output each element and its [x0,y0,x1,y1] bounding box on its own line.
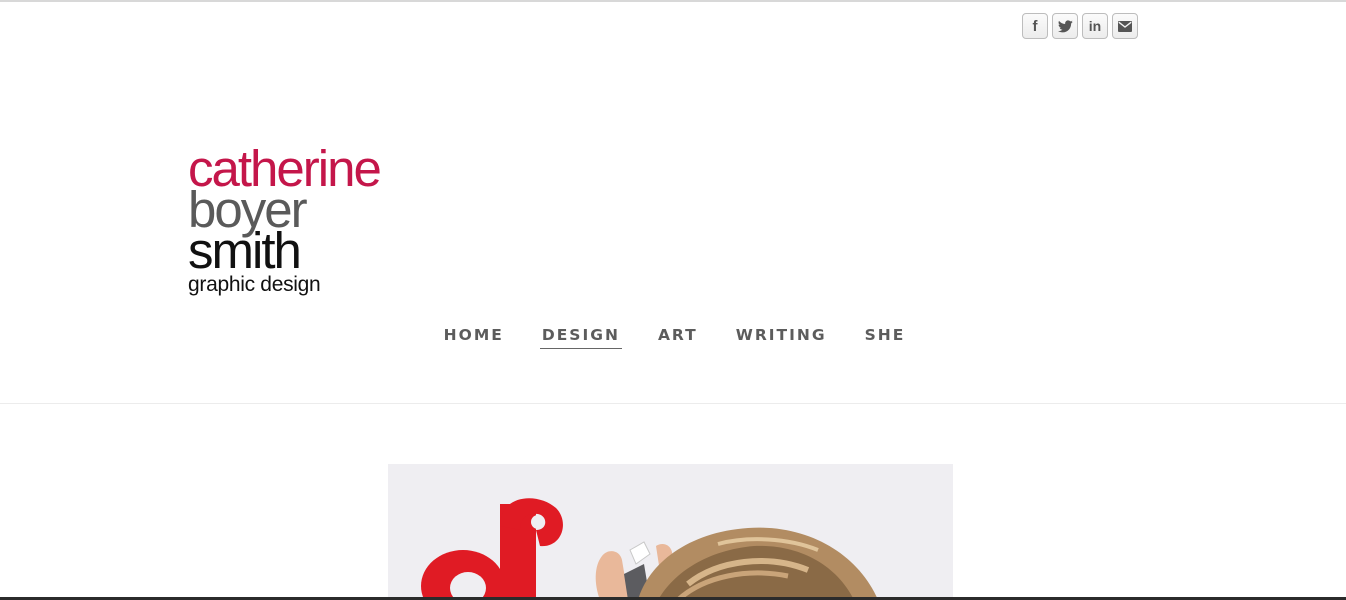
linkedin-button[interactable]: in [1082,13,1108,39]
main-navigation: HOME DESIGN ART WRITING SHE [0,326,1346,349]
facebook-button[interactable]: f [1022,13,1048,39]
facebook-icon: f [1032,17,1038,35]
nav-she[interactable]: SHE [863,326,908,349]
top-border [0,0,1346,2]
nav-home[interactable]: HOME [442,326,506,349]
header-divider [0,403,1346,404]
nav-art[interactable]: ART [656,326,700,349]
hair-graphic [638,527,878,600]
site-logo[interactable]: catherine boyer smith graphic design [188,143,382,297]
linkedin-icon: in [1088,18,1102,34]
email-button[interactable] [1112,13,1138,39]
logo-last-name: smith [188,222,302,279]
hero-image [388,464,953,600]
nav-writing[interactable]: WRITING [734,326,829,349]
twitter-icon [1057,19,1073,33]
red-logo-graphic [421,498,563,600]
social-links: f in [1022,13,1138,39]
twitter-button[interactable] [1052,13,1078,39]
logo-tagline: graphic design [188,273,321,296]
nav-design[interactable]: DESIGN [539,326,622,349]
email-icon [1118,20,1132,32]
